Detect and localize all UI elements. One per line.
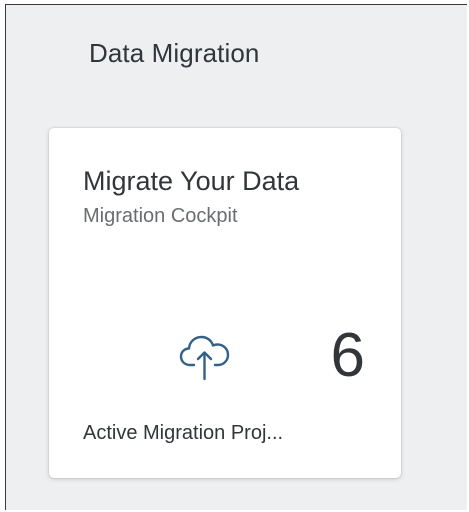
migrate-your-data-tile[interactable]: Migrate Your Data Migration Cockpit 6 Ac… (49, 128, 401, 478)
tile-title: Migrate Your Data (83, 166, 300, 196)
tile-footer: Active Migration Proj... (83, 422, 284, 444)
kpi-value: 6 (330, 321, 365, 390)
cloud-upload-icon (177, 328, 233, 384)
tile-subtitle: Migration Cockpit (83, 205, 238, 227)
launchpad-group: Data Migration Migrate Your Data Migrati… (5, 4, 467, 510)
group-title: Data Migration (89, 38, 260, 68)
